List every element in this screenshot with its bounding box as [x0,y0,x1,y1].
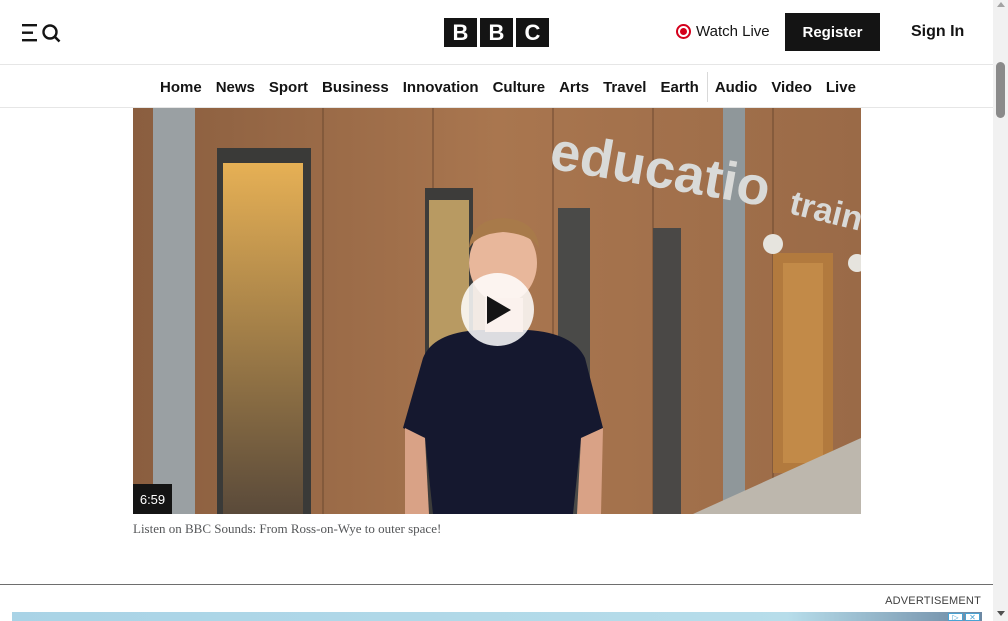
nav-item-earth[interactable]: Earth [653,66,705,108]
ad-close-icon[interactable]: ✕ [965,613,980,621]
nav-item-video[interactable]: Video [764,66,819,108]
ad-label: ADVERTISEMENT [885,595,981,607]
nav-item-business[interactable]: Business [315,66,396,108]
nav-item-culture[interactable]: Culture [486,66,553,108]
nav-item-home[interactable]: Home [153,66,209,108]
ad-divider [0,584,993,585]
nav-item-travel[interactable]: Travel [596,66,653,108]
ad-controls: ▷ ✕ [948,613,982,621]
ad-banner[interactable] [12,612,982,621]
menu-search-icon[interactable] [22,21,62,45]
scroll-down-icon[interactable] [997,611,1005,616]
play-icon [486,295,511,324]
nav-item-audio[interactable]: Audio [706,72,765,102]
watch-live-link[interactable]: Watch Live [676,23,770,40]
play-button[interactable] [461,273,534,346]
main-nav: Home News Sport Business Innovation Cult… [0,66,993,108]
nav-item-news[interactable]: News [209,66,262,108]
watch-live-label: Watch Live [696,23,770,40]
video-duration: 6:59 [133,484,172,514]
bbc-logo[interactable]: B B C [444,18,549,47]
scroll-up-icon[interactable] [997,2,1005,7]
nav-item-live[interactable]: Live [819,66,863,108]
scroll-thumb[interactable] [996,62,1005,118]
logo-letter: C [516,18,549,47]
logo-letter: B [480,18,513,47]
live-dot-icon [676,24,691,39]
video-caption: Listen on BBC Sounds: From Ross-on-Wye t… [133,521,442,536]
nav-item-arts[interactable]: Arts [552,66,596,108]
sign-in-link[interactable]: Sign In [911,23,964,41]
nav-item-sport[interactable]: Sport [262,66,315,108]
site-header: B B C Watch Live Register Sign In [0,0,993,65]
logo-letter: B [444,18,477,47]
ad-info-icon[interactable]: ▷ [948,613,963,621]
register-button[interactable]: Register [785,13,880,51]
nav-item-innovation[interactable]: Innovation [396,66,486,108]
